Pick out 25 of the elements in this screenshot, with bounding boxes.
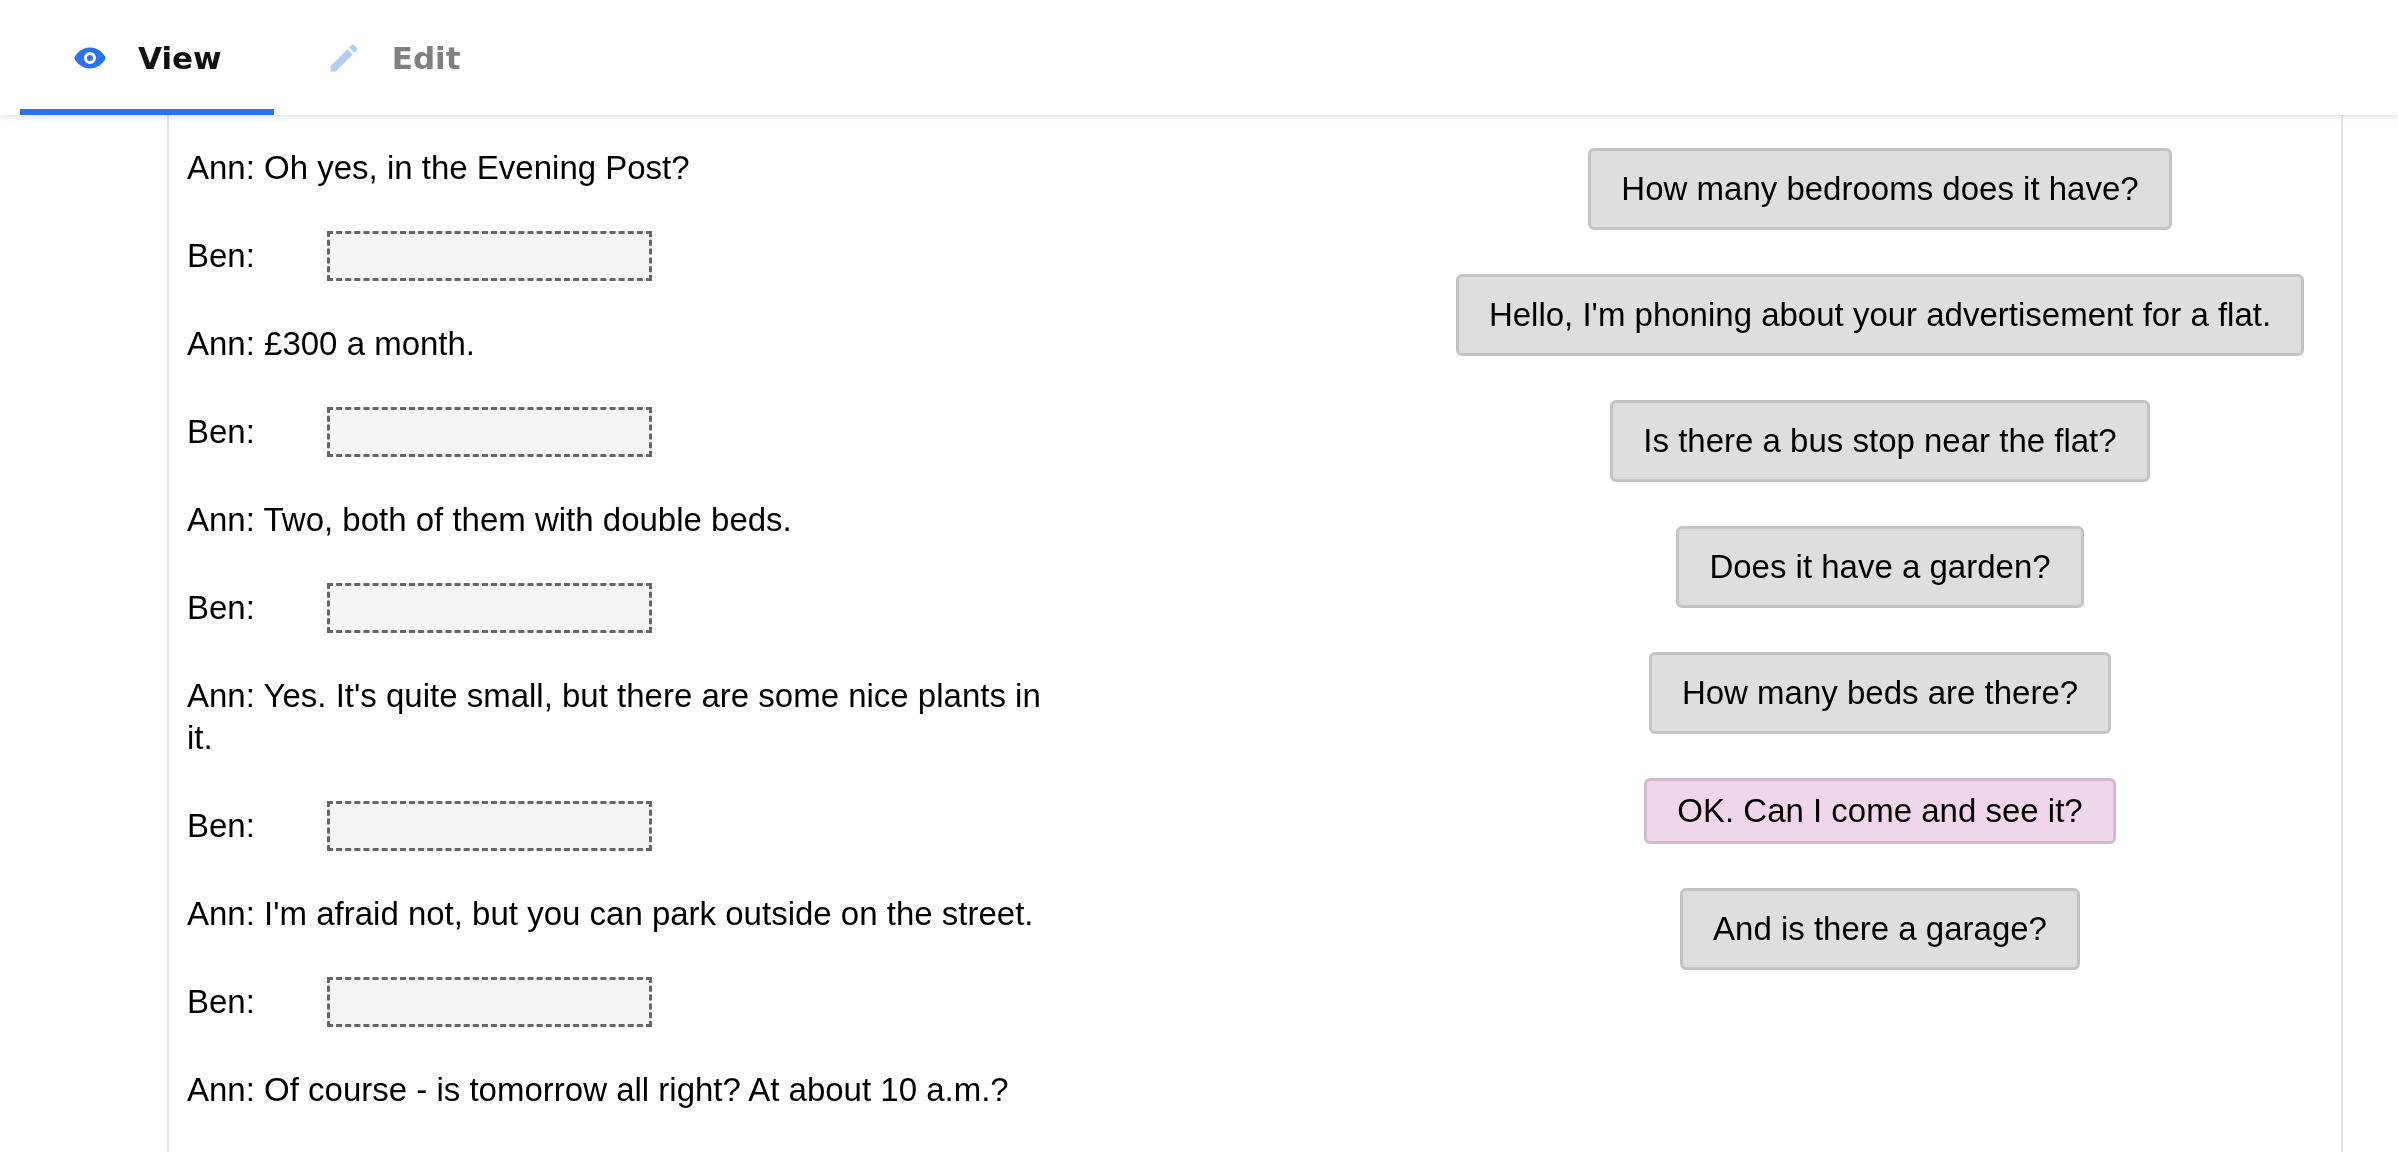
answer-option[interactable]: Does it have a garden?	[1676, 526, 2084, 608]
speaker-label: Ben:	[187, 236, 256, 276]
tab[interactable]: Edit	[273, 0, 513, 115]
speaker-label: Ben:	[187, 806, 256, 846]
speaker-label: Ben:	[187, 982, 256, 1022]
dialogue-line: Ann: Of course - is tomorrow all right? At about 10 a.m.?	[187, 1070, 1010, 1110]
dialogue-line: Ann: £300 a month.	[187, 324, 477, 364]
answer-option[interactable]: How many beds are there?	[1648, 652, 2112, 734]
drop-zone[interactable]	[327, 801, 652, 851]
drop-zone[interactable]	[327, 231, 652, 281]
dialogue-line: Ann: Yes. It's quite small, but there are some nice plants in it.	[187, 676, 1042, 758]
answer-option[interactable]: Is there a bus stop near the flat?	[1610, 400, 2150, 482]
answer-option[interactable]: And is there a garage?	[1680, 888, 2080, 970]
dialogue-line: Ann: I'm afraid not, but you can park outside on the street.	[187, 894, 1035, 934]
drop-zone[interactable]	[327, 407, 652, 457]
drop-zone[interactable]	[327, 583, 652, 633]
answer-option[interactable]: How many bedrooms does it have?	[1588, 148, 2172, 230]
answer-option[interactable]: OK. Can I come and see it?	[1644, 778, 2116, 844]
speaker-label: Ben:	[187, 588, 256, 628]
answer-option[interactable]: Hello, I'm phoning about your advertisement for a flat.	[1455, 274, 2305, 356]
speaker-label: Ben:	[187, 412, 256, 452]
drop-zone[interactable]	[327, 977, 652, 1027]
tab[interactable]: View	[20, 0, 274, 115]
dialogue-line: Ann: Two, both of them with double beds.	[187, 500, 793, 540]
dialogue-line: Ann: Oh yes, in the Evening Post?	[187, 148, 691, 188]
